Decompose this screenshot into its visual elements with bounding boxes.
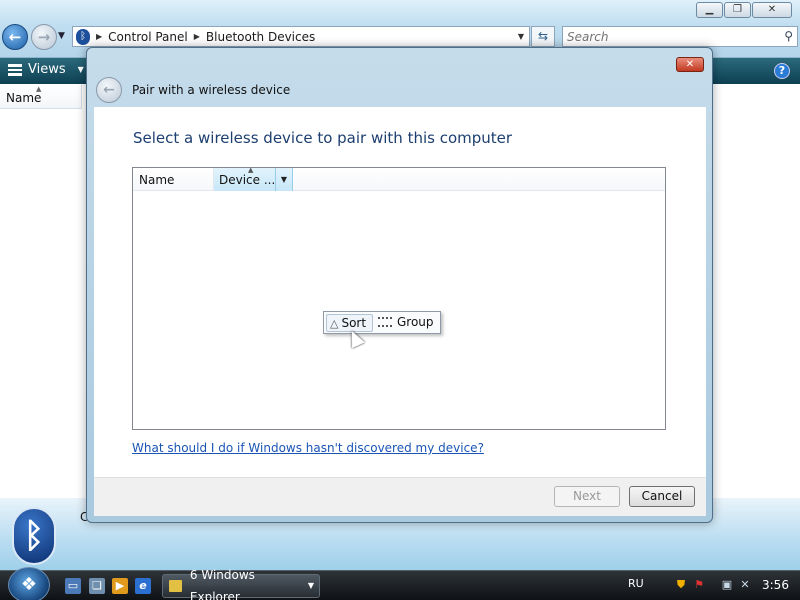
dialog-body: Select a wireless device to pair with th… [94,107,706,477]
group-option[interactable]: Group [378,314,434,332]
device-list[interactable]: Name Device ... ▲ ▼ △ Sort Group [132,166,666,430]
recent-pages-dropdown-icon[interactable]: ▼ [58,31,65,41]
sort-icon: △ [330,317,339,330]
dialog-footer: Next Cancel [94,477,706,516]
next-button[interactable]: Next [554,486,620,507]
breadcrumb-control-panel[interactable]: Control Panel [108,30,188,44]
volume-muted-icon[interactable]: ✕ [738,578,752,592]
dialog-close-button[interactable]: ✕ [676,57,704,72]
window-controls: ▁ ❐ ✕ [696,2,792,18]
language-indicator[interactable]: RU [628,577,644,590]
maximize-button[interactable]: ❐ [724,2,751,18]
sort-arrow-icon: ▲ [248,166,254,174]
device-list-header: Name Device ... ▲ ▼ [133,166,665,191]
help-link[interactable]: What should I do if Windows hasn't disco… [132,441,484,455]
switch-windows-icon[interactable]: ❏ [89,578,105,594]
sort-arrow-icon: ▲ [36,85,42,93]
minimize-button[interactable]: ▁ [696,2,723,18]
sort-option[interactable]: △ Sort [326,314,373,332]
column-header-name[interactable]: ▲ Name [0,85,82,109]
views-label: Views [28,62,66,77]
group-label: Group [397,315,434,329]
taskbar-button-windows-explorer[interactable]: 6 Windows Explorer ▼ [162,568,320,600]
bluetooth-logo-icon: ᛒ [12,507,56,565]
sort-label: Sort [341,316,367,330]
search-input[interactable] [563,27,763,46]
media-player-icon[interactable]: ▶ [112,578,128,594]
clock[interactable]: 3:56 [762,578,789,592]
address-dropdown-icon[interactable]: ▼ [518,32,524,41]
security-shield-icon[interactable]: ⛊ [674,578,688,592]
breadcrumb-bluetooth-devices[interactable]: Bluetooth Devices [206,30,315,44]
search-box[interactable]: ⚲ [562,26,798,47]
cancel-button[interactable]: Cancel [629,486,695,507]
close-button[interactable]: ✕ [752,2,792,18]
bluetooth-icon: ᛒ [76,28,90,45]
chevron-right-icon[interactable]: ▶ [194,32,200,41]
start-button[interactable]: ❖ [8,567,50,600]
dialog-back-button[interactable]: ← [96,77,122,103]
show-desktop-icon[interactable]: ▭ [65,578,81,594]
task-button-label: 6 Windows Explorer [189,568,255,600]
views-icon [8,63,22,76]
column-filter-dropdown-button[interactable]: ▼ [276,168,293,191]
internet-explorer-icon[interactable]: e [135,578,151,594]
group-icon [378,317,392,327]
chevron-down-icon: ▼ [77,65,84,74]
column-header-name[interactable]: Name [133,168,214,191]
chevron-down-icon: ▼ [307,581,314,590]
column-options-popup: △ Sort Group [323,311,441,334]
network-icon[interactable]: ▣ [720,578,734,592]
refresh-button[interactable]: ⇆ [531,26,555,47]
search-icon[interactable]: ⚲ [784,29,793,43]
address-bar[interactable]: ᛒ ▶ Control Panel ▶ Bluetooth Devices ▼ [72,26,530,47]
forward-button[interactable]: → [31,24,57,50]
pair-device-dialog: ✕ ← Pair with a wireless device Select a… [86,47,713,523]
column-header-label: Name [6,91,42,105]
back-button[interactable]: ← [2,24,28,50]
taskbar: ❖ ▭ ❏ ▶ e 6 Windows Explorer ▼ RU ⛊ ⚑ ▣ … [0,567,800,600]
help-icon[interactable]: ? [774,63,790,79]
views-button[interactable]: Views ▼ [8,62,84,77]
chevron-right-icon[interactable]: ▶ [96,32,102,41]
action-center-flag-icon[interactable]: ⚑ [692,578,706,592]
column-header-device[interactable]: Device ... [214,168,276,191]
dialog-title: Pair with a wireless device [132,83,291,97]
dialog-heading: Select a wireless device to pair with th… [133,129,513,147]
folder-icon [169,580,182,592]
